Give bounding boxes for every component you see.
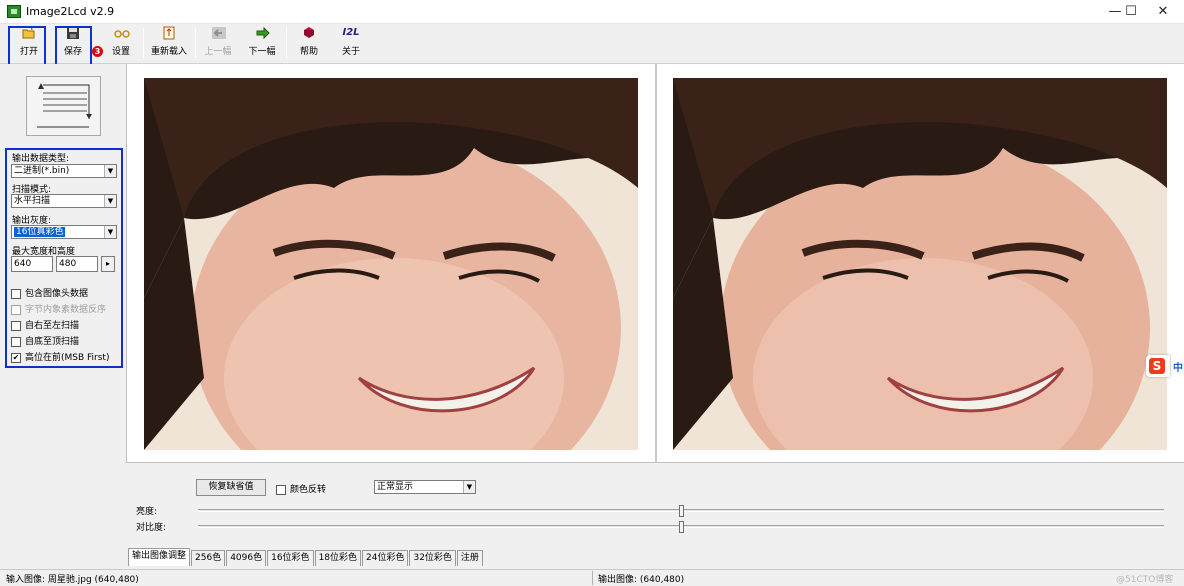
ime-language-indicator[interactable]: 中 bbox=[1173, 359, 1183, 374]
checkbox-box-checked[interactable]: ✔ bbox=[11, 352, 21, 363]
contrast-slider[interactable] bbox=[198, 521, 1164, 533]
brightness-slider-thumb[interactable] bbox=[679, 505, 684, 517]
watermark-text: @51CTO博客 bbox=[1116, 575, 1174, 585]
contrast-slider-thumb[interactable] bbox=[679, 521, 684, 533]
contrast-label: 对比度: bbox=[136, 523, 167, 533]
contrast-slider-row: 对比度: bbox=[136, 520, 1166, 534]
image-preview-area bbox=[126, 64, 1184, 462]
tab-register[interactable]: 注册 bbox=[456, 550, 483, 566]
output-image bbox=[673, 78, 1167, 450]
invert-color-checkbox[interactable]: 颜色反转 bbox=[276, 482, 326, 495]
chevron-down-icon: ▼ bbox=[104, 165, 116, 177]
chevron-down-icon: ▼ bbox=[104, 226, 116, 238]
reload-button[interactable]: 重新载入 bbox=[148, 26, 190, 60]
checkbox-box[interactable] bbox=[11, 320, 21, 331]
checkbox-box[interactable] bbox=[11, 336, 21, 347]
about-button[interactable]: I2L 关于 bbox=[336, 26, 366, 60]
chevron-down-icon: ▼ bbox=[463, 481, 475, 493]
help-button[interactable]: 帮助 bbox=[294, 26, 324, 60]
tab-18bit-color[interactable]: 18位彩色 bbox=[314, 550, 362, 566]
highlight-open bbox=[8, 26, 46, 66]
preview-divider bbox=[655, 64, 657, 462]
arrow-right-icon bbox=[255, 26, 270, 40]
max-width-input[interactable]: 640 bbox=[11, 256, 53, 272]
checkbox-box[interactable] bbox=[276, 484, 286, 495]
portrait-photo bbox=[144, 78, 638, 450]
restore-defaults-button[interactable]: 恢复缺省值 bbox=[196, 479, 266, 496]
toolbar: 打开 保存 设置 重新载入 上一幅 下一幅 帮助 I2L 关于 bbox=[0, 24, 1184, 64]
glasses-icon bbox=[114, 26, 130, 40]
max-height-input[interactable]: 480 bbox=[56, 256, 98, 272]
chevron-down-icon: ▼ bbox=[104, 195, 116, 207]
window-title: Image2Lcd v2.9 bbox=[26, 5, 115, 18]
output-image-status: 输出图像: (640,480) bbox=[598, 575, 685, 585]
apply-size-button[interactable]: ▸ bbox=[101, 256, 115, 272]
tab-256-color[interactable]: 256色 bbox=[191, 550, 226, 566]
output-options-group: 输出数据类型: 二进制(*.bin) ▼ 扫描模式: 水平扫描 ▼ 输出灰度: … bbox=[5, 148, 123, 368]
scan-direction-icon bbox=[37, 83, 92, 128]
sogou-ime-icon: S bbox=[1149, 358, 1165, 374]
app-icon bbox=[7, 5, 21, 18]
scan-mode-select[interactable]: 水平扫描 ▼ bbox=[11, 194, 117, 208]
about-i2l-icon: I2L bbox=[342, 27, 360, 38]
portrait-photo bbox=[673, 78, 1167, 450]
output-type-select[interactable]: 二进制(*.bin) ▼ bbox=[11, 164, 117, 178]
tab-32bit-color[interactable]: 32位彩色 bbox=[409, 550, 456, 566]
status-divider bbox=[592, 571, 593, 585]
settings-button[interactable]: 设置 bbox=[104, 26, 138, 60]
include-header-checkbox[interactable]: 包含图像头数据 bbox=[11, 286, 88, 299]
next-image-button[interactable]: 下一幅 bbox=[244, 26, 280, 60]
display-mode-select[interactable]: 正常显示 ▼ bbox=[374, 480, 476, 494]
brightness-slider-row: 亮度: bbox=[136, 504, 1166, 518]
brightness-slider[interactable] bbox=[198, 505, 1164, 517]
brightness-label: 亮度: bbox=[136, 507, 158, 517]
status-bar: 输入图像: 周星驰.jpg (640,480) 输出图像: (640,480) … bbox=[0, 569, 1184, 586]
input-image-status: 输入图像: 周星驰.jpg (640,480) bbox=[6, 575, 139, 585]
highlight-save bbox=[55, 26, 92, 69]
reverse-pixel-order-checkbox[interactable]: 字节内象素数据反序 bbox=[11, 302, 106, 315]
previous-image-button[interactable]: 上一幅 bbox=[200, 26, 236, 60]
step-badge-3: 3 bbox=[92, 46, 103, 57]
checkbox-box[interactable] bbox=[11, 288, 21, 299]
options-panel: 输出数据类型: 二进制(*.bin) ▼ 扫描模式: 水平扫描 ▼ 输出灰度: … bbox=[0, 64, 126, 570]
tab-4096-color[interactable]: 4096色 bbox=[226, 550, 267, 566]
help-book-icon bbox=[302, 26, 316, 40]
tab-16bit-color[interactable]: 16位彩色 bbox=[267, 550, 314, 566]
title-bar: Image2Lcd v2.9 — ☐ ✕ bbox=[0, 0, 1184, 24]
msb-first-checkbox[interactable]: ✔ 高位在前(MSB First) bbox=[11, 350, 109, 363]
input-image bbox=[144, 78, 638, 450]
bottom-to-top-checkbox[interactable]: 自底至顶扫描 bbox=[11, 334, 79, 347]
output-type-label: 输出数据类型: bbox=[12, 154, 70, 164]
ime-toolbar[interactable]: S bbox=[1146, 355, 1170, 377]
checkbox-box[interactable] bbox=[11, 304, 21, 315]
arrow-left-icon bbox=[211, 26, 226, 40]
image-adjust-panel: 恢复缺省值 颜色反转 正常显示 ▼ 亮度: 对比度: 输出图像调整 256色 409… bbox=[126, 462, 1184, 570]
scan-mode-preview bbox=[26, 76, 101, 136]
close-button[interactable]: ✕ bbox=[1140, 0, 1184, 24]
tab-strip: 输出图像调整 256色 4096色 16位彩色 18位彩色 24位彩色 32位彩色 注册 bbox=[128, 548, 484, 566]
tab-output-adjust[interactable]: 输出图像调整 bbox=[128, 548, 191, 566]
right-to-left-checkbox[interactable]: 自右至左扫描 bbox=[11, 318, 79, 331]
gray-level-select[interactable]: 16位真彩色 ▼ bbox=[11, 225, 117, 239]
reload-page-icon bbox=[162, 26, 176, 40]
tab-24bit-color[interactable]: 24位彩色 bbox=[362, 550, 409, 566]
